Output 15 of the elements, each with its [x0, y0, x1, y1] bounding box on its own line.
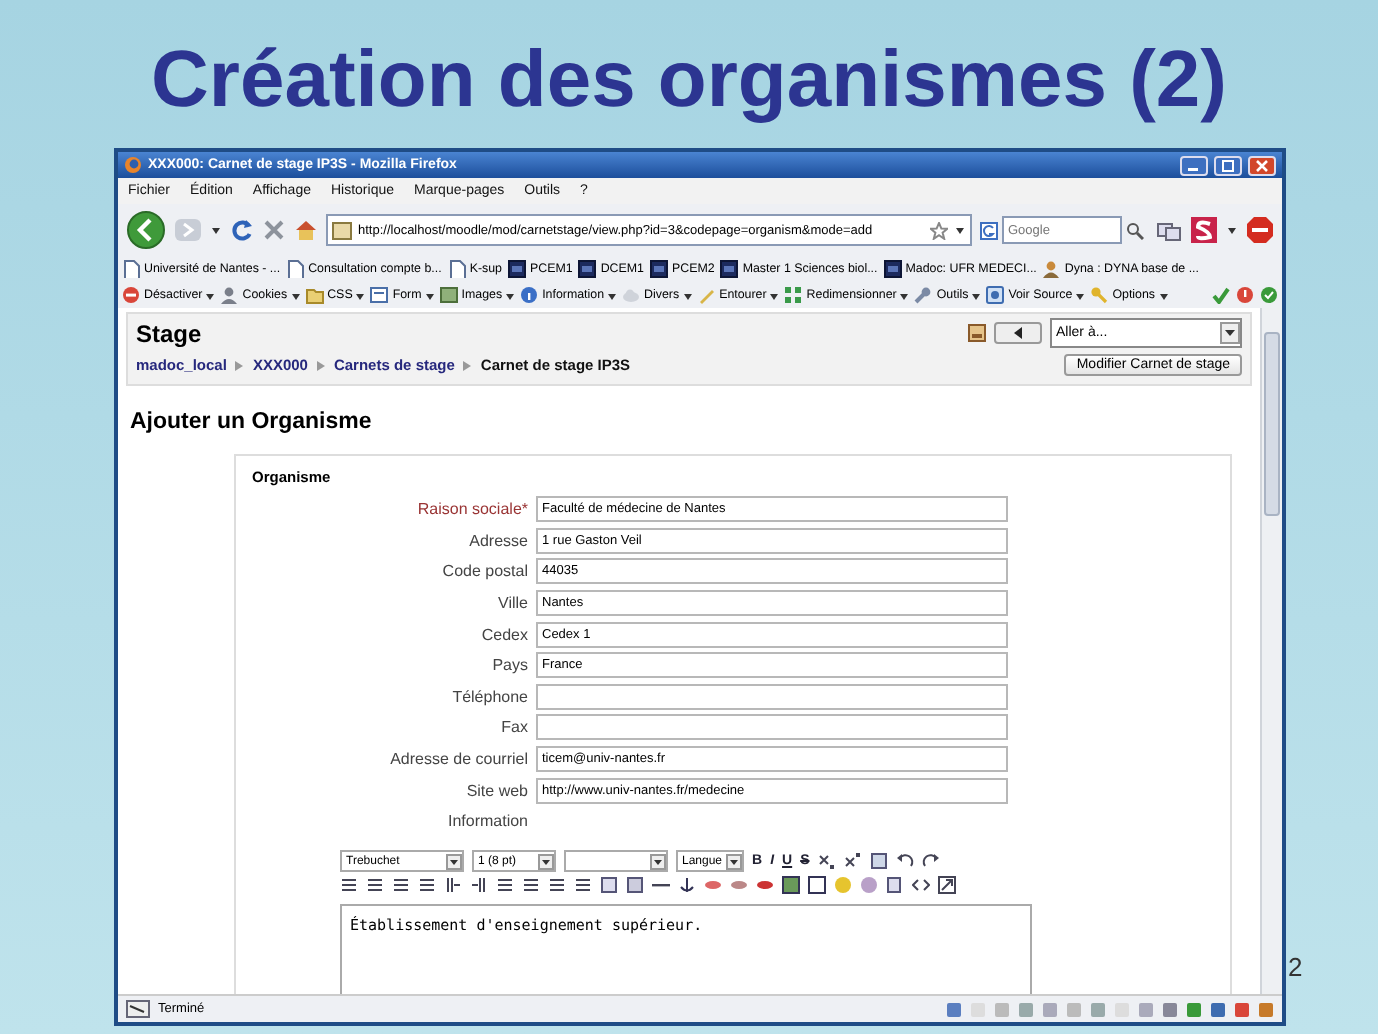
field-label: Fax	[499, 718, 528, 737]
field-label: Site web	[464, 781, 528, 800]
field-label: Adresse	[467, 531, 528, 550]
slide-title: Création des organismes (2)	[149, 34, 1229, 128]
field-label: Adresse de courriel	[388, 750, 528, 769]
field-label: Ville	[496, 594, 528, 613]
page-heading: Ajouter un Organisme	[130, 410, 374, 434]
field-label: Code postal	[440, 562, 528, 581]
field-label: Cedex	[479, 625, 528, 644]
slide-number: 2	[1288, 952, 1303, 982]
field-label: Téléphone	[450, 687, 528, 706]
field-label: Pays	[490, 656, 528, 675]
field-label: Raison sociale*	[415, 500, 528, 519]
field-label: Information	[445, 812, 528, 831]
course-title: Stage	[136, 319, 204, 347]
